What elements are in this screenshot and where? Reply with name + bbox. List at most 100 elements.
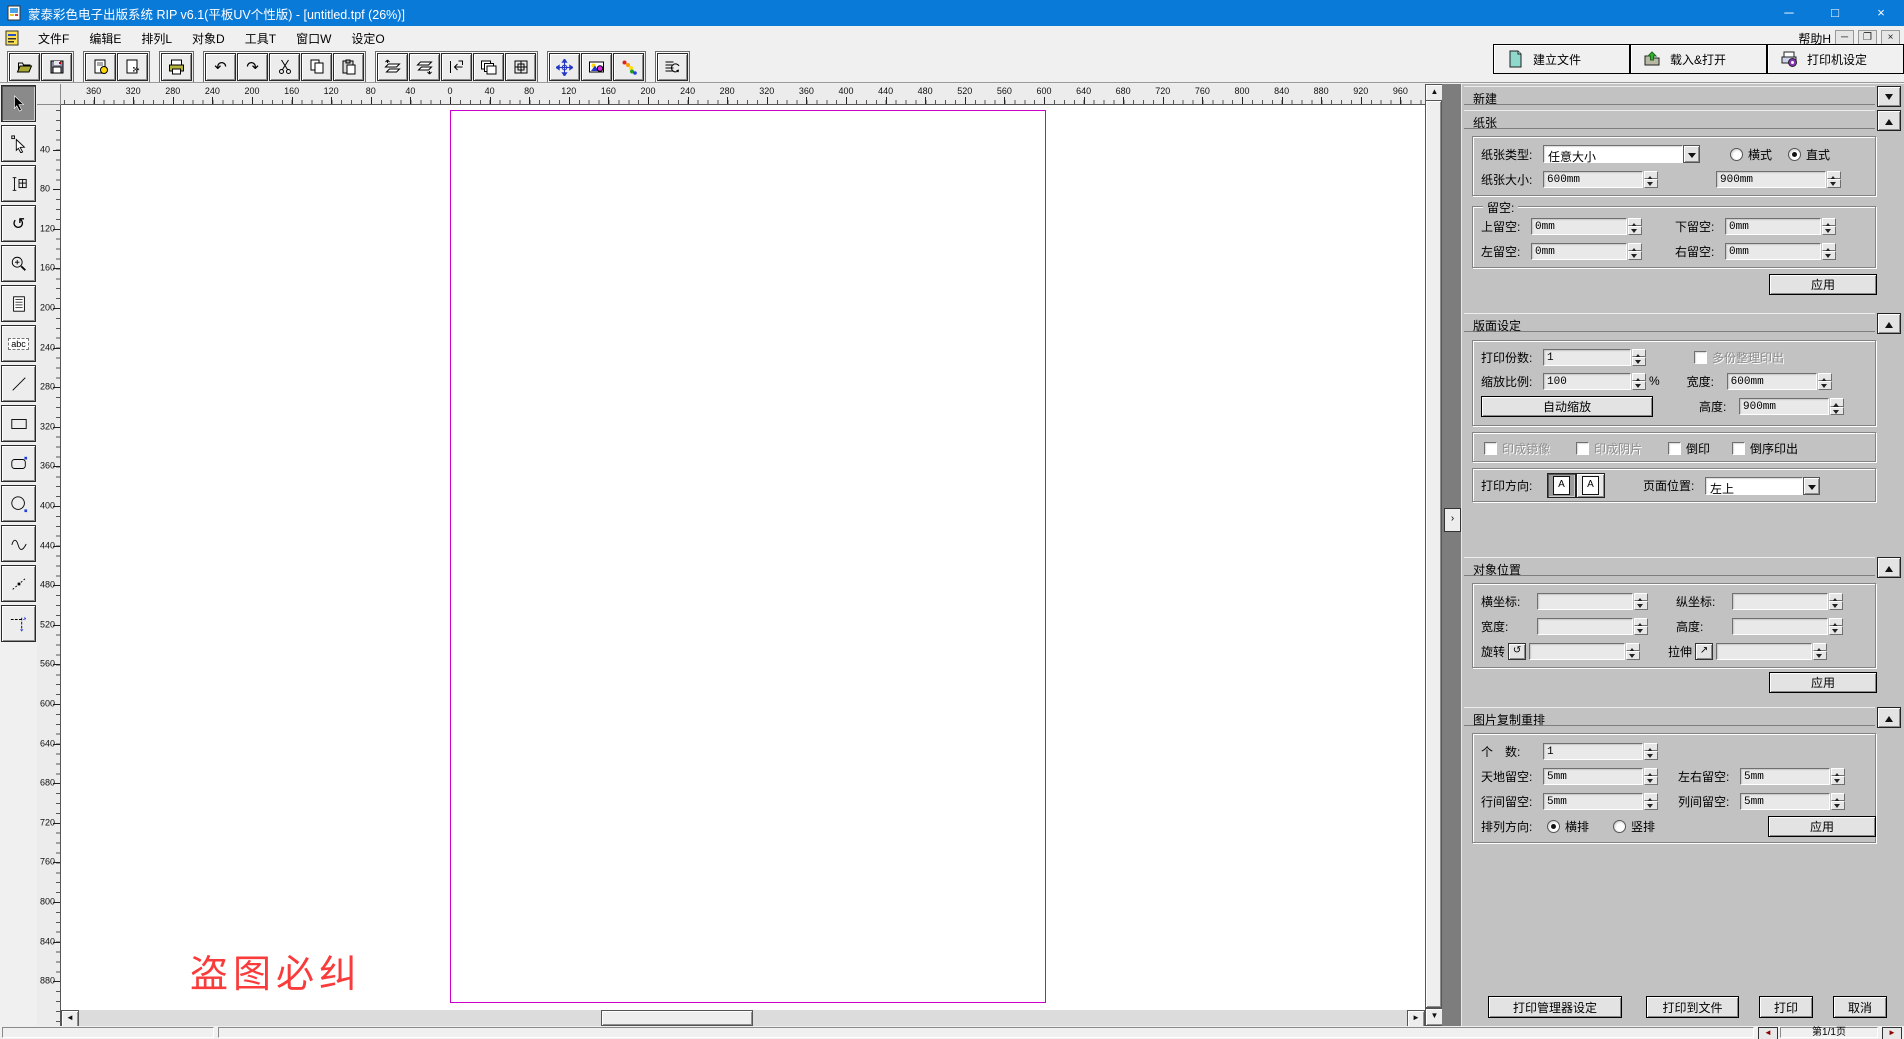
menu-item-object[interactable]: 对象D <box>182 27 235 50</box>
dropdown-arrow-icon[interactable] <box>1803 476 1820 495</box>
horizontal-scrollbar[interactable]: ◄ ► <box>61 1010 1425 1028</box>
object-height-spinner[interactable] <box>1829 617 1843 635</box>
color-adjust-button[interactable] <box>613 53 644 81</box>
margin-top-spinner[interactable] <box>1628 217 1642 235</box>
horizontal-radio[interactable] <box>1547 820 1560 833</box>
paper-height-spinner[interactable] <box>1827 170 1841 188</box>
bring-forward-button[interactable] <box>377 53 408 81</box>
reverse-order-checkbox[interactable] <box>1732 441 1746 455</box>
move-object-button[interactable] <box>549 53 580 81</box>
crop-marks-tool[interactable] <box>1 605 36 642</box>
paper-width-spinner[interactable] <box>1644 170 1658 188</box>
import-image-button[interactable] <box>85 53 116 81</box>
vertical-label[interactable]: 竖排 <box>1631 818 1655 835</box>
cancel-button[interactable]: 取消 <box>1833 996 1887 1018</box>
menu-item-arrange[interactable]: 排列L <box>131 27 182 50</box>
polyline-tool[interactable] <box>1 565 36 602</box>
reverse-label[interactable]: 倒印 <box>1686 440 1710 457</box>
margin-left-input[interactable]: 0mm <box>1531 242 1627 260</box>
direction-portrait-button[interactable]: A <box>1547 473 1576 498</box>
load-open-button[interactable]: 载入&打开 <box>1630 44 1767 74</box>
margin-left-spinner[interactable] <box>1628 242 1642 260</box>
reverse-checkbox[interactable] <box>1668 441 1682 455</box>
next-page-button[interactable]: ► <box>1882 1027 1902 1039</box>
object-width-input[interactable] <box>1537 617 1633 635</box>
canvas[interactable]: 盗图必纠 <box>61 105 1425 1010</box>
new-file-button[interactable]: 建立文件 <box>1493 44 1630 74</box>
object-apply-button[interactable]: 应用 <box>1769 672 1877 693</box>
horizontal-scroll-thumb[interactable] <box>601 1010 753 1026</box>
vertical-scroll-thumb[interactable] <box>1425 100 1442 1008</box>
section-header-paper[interactable]: 纸张 <box>1464 110 1875 130</box>
print-width-spinner[interactable] <box>1817 372 1832 390</box>
send-to-back-button[interactable] <box>441 53 472 81</box>
rounded-rectangle-tool[interactable] <box>1 445 36 482</box>
object-rotate-input[interactable] <box>1529 642 1626 660</box>
print-button-panel[interactable]: 打印 <box>1759 996 1813 1018</box>
menu-item-file[interactable]: 文件F <box>28 27 79 50</box>
combine-button[interactable] <box>505 53 536 81</box>
repeat-apply-button[interactable]: 应用 <box>1768 816 1876 837</box>
landscape-label[interactable]: 横式 <box>1748 146 1772 163</box>
object-y-spinner[interactable] <box>1829 592 1843 610</box>
text-tool[interactable] <box>1 165 36 202</box>
scale-spinner[interactable] <box>1632 372 1646 390</box>
menu-item-edit[interactable]: 编辑E <box>79 27 131 50</box>
import-bitmap-button[interactable] <box>117 53 148 81</box>
cut-button[interactable] <box>269 53 300 81</box>
duplicate-button[interactable] <box>473 53 504 81</box>
curve-tool[interactable] <box>1 525 36 562</box>
stretch-icon-button[interactable]: ↗ <box>1695 642 1714 660</box>
margin-right-input[interactable]: 0mm <box>1725 242 1821 260</box>
section-header-object[interactable]: 对象位置 <box>1464 557 1875 577</box>
rotate-tool[interactable]: ↺ <box>1 205 36 242</box>
margin-right-spinner[interactable] <box>1822 242 1836 260</box>
section-header-layout[interactable]: 版面设定 <box>1464 313 1875 333</box>
undo-button[interactable]: ↶ <box>205 53 236 81</box>
repeat-count-input[interactable]: 1 <box>1543 742 1643 760</box>
collapse-repeat-button[interactable] <box>1877 707 1901 728</box>
repeat-col-input[interactable]: 5mm <box>1740 792 1830 810</box>
landscape-radio[interactable] <box>1730 147 1743 161</box>
repeat-lr-spinner[interactable] <box>1831 767 1845 785</box>
object-stretch-spinner[interactable] <box>1813 642 1828 660</box>
repeat-row-input[interactable]: 5mm <box>1543 792 1643 810</box>
repeat-tb-input[interactable]: 5mm <box>1543 767 1643 785</box>
panel-splitter[interactable] <box>1442 84 1461 1026</box>
portrait-label[interactable]: 直式 <box>1806 146 1830 163</box>
portrait-radio[interactable] <box>1788 147 1802 161</box>
vertical-radio[interactable] <box>1613 820 1627 833</box>
collapse-new-button[interactable] <box>1877 86 1901 107</box>
collapse-paper-button[interactable] <box>1877 110 1901 131</box>
section-header-new[interactable]: 新建 <box>1464 86 1875 106</box>
paper-type-dropdown[interactable]: 任意大小 <box>1543 145 1700 164</box>
object-x-spinner[interactable] <box>1634 592 1648 610</box>
object-x-input[interactable] <box>1537 592 1633 610</box>
repeat-lr-input[interactable]: 5mm <box>1740 767 1830 785</box>
maximize-button[interactable]: □ <box>1812 0 1858 26</box>
rotate-icon-button[interactable]: ↺ <box>1508 642 1527 660</box>
rectangle-tool[interactable] <box>1 405 36 442</box>
paste-button[interactable] <box>333 53 364 81</box>
print-height-spinner[interactable] <box>1830 398 1844 415</box>
object-y-input[interactable] <box>1732 592 1828 610</box>
line-tool[interactable] <box>1 365 36 402</box>
panel-expander-button[interactable]: › <box>1444 508 1461 532</box>
menu-item-settings[interactable]: 设定O <box>341 27 394 50</box>
print-manager-button[interactable]: 打印管理器设定 <box>1488 996 1622 1018</box>
margin-bottom-spinner[interactable] <box>1822 217 1836 235</box>
select-tool[interactable] <box>1 85 36 122</box>
minimize-button[interactable]: ─ <box>1766 0 1812 26</box>
image-color-button[interactable] <box>581 53 612 81</box>
menu-item-tools[interactable]: 工具T <box>235 27 286 50</box>
document-tool[interactable] <box>1 285 36 322</box>
object-height-input[interactable] <box>1732 617 1828 635</box>
paper-apply-button[interactable]: 应用 <box>1769 274 1877 295</box>
section-header-repeat[interactable]: 图片复制重排 <box>1464 707 1875 727</box>
margin-bottom-input[interactable]: 0mm <box>1725 217 1821 235</box>
menu-item-window[interactable]: 窗口W <box>286 27 341 50</box>
dropdown-arrow-icon[interactable] <box>1683 145 1700 163</box>
direct-select-tool[interactable] <box>1 125 36 162</box>
copy-button[interactable] <box>301 53 332 81</box>
autoscale-button[interactable]: 自动缩放 <box>1481 396 1653 417</box>
